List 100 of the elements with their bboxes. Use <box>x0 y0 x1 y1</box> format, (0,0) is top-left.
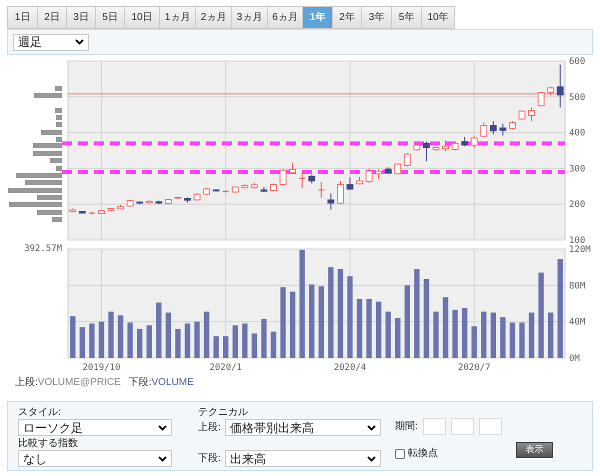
candlestick <box>164 198 172 205</box>
volume-bar <box>252 333 258 358</box>
period-tab[interactable]: 3日 <box>66 6 96 29</box>
index-label: 比較する指数 <box>18 438 79 450</box>
candlestick <box>327 192 334 210</box>
axis-tick-label: 40M <box>569 318 586 328</box>
candlestick <box>136 200 144 205</box>
candlestick <box>194 192 200 202</box>
candlestick <box>423 141 430 162</box>
interval-select[interactable]: 週足 <box>13 34 89 50</box>
candlestick <box>538 91 544 107</box>
candlestick <box>298 171 306 189</box>
period-input[interactable] <box>422 418 446 435</box>
volume-bar <box>356 298 362 358</box>
volume-bar <box>194 322 200 358</box>
candlestick <box>556 64 564 108</box>
candlestick <box>480 122 488 138</box>
volume-bar <box>213 336 219 358</box>
candlestick <box>308 174 316 184</box>
period-tab[interactable]: 5日 <box>95 6 125 29</box>
legend-label: 下段: <box>128 378 152 388</box>
legend-label: 上段: <box>15 378 38 388</box>
candlestick <box>184 196 191 204</box>
turning-point-label: 転換点 <box>408 446 438 461</box>
axis-tick-label: 500 <box>569 92 586 103</box>
volume-bar <box>175 328 181 358</box>
volume-bar <box>452 310 458 358</box>
volume-bar <box>108 312 114 358</box>
candlestick <box>452 142 458 151</box>
period-tab[interactable]: 1ヵ月 <box>159 6 196 29</box>
period-input[interactable] <box>478 418 502 435</box>
period-label: 期間: <box>395 420 418 434</box>
candlestick <box>518 110 526 120</box>
volume-bar <box>136 328 142 358</box>
legend-value: VOLUME@PRICE <box>38 378 121 388</box>
candlestick <box>346 176 354 190</box>
candlestick <box>499 123 506 136</box>
style-select[interactable]: ローソク足 <box>18 419 172 436</box>
period-tab[interactable]: 2ヵ月 <box>195 6 232 29</box>
axis-tick-label: 2020/7 <box>458 363 490 373</box>
candlestick <box>88 211 96 215</box>
candlestick <box>375 168 382 180</box>
axis-tick-label: 120M <box>569 245 591 255</box>
volume-bar <box>481 312 486 358</box>
turning-point-checkbox[interactable] <box>395 448 405 458</box>
candlestick <box>356 176 363 185</box>
period-input[interactable] <box>450 418 474 435</box>
volume-bar <box>118 315 124 358</box>
volume-bar <box>490 312 496 358</box>
upper-select[interactable]: 価格帯別出来高 <box>225 419 381 436</box>
candlestick <box>212 188 220 192</box>
volume-bar <box>242 323 248 358</box>
candlestick <box>490 120 497 135</box>
candlestick <box>509 120 516 130</box>
volume-bar <box>528 312 534 358</box>
candlestick <box>280 168 286 186</box>
lower-select[interactable]: 出来高 <box>225 450 381 467</box>
technical-label: テクニカル <box>198 407 249 419</box>
legend-value: VOLUME <box>152 378 194 388</box>
show-button[interactable]: 表示 <box>516 442 553 458</box>
max-volume-label: 392.57M <box>24 245 62 256</box>
candlestick <box>528 107 535 122</box>
style-label: スタイル: <box>18 407 62 419</box>
axis-tick-label: 2019/10 <box>82 363 120 373</box>
period-tab[interactable]: 5年 <box>391 6 422 29</box>
axis-tick-label: 100 <box>569 236 586 246</box>
volume-bar <box>156 302 162 358</box>
volume-bar <box>290 292 296 358</box>
volume-bar <box>500 317 506 358</box>
axis-tick-label: 2020/4 <box>334 363 366 373</box>
period-tab[interactable]: 3ヵ月 <box>231 6 268 29</box>
index-select[interactable]: なし <box>18 450 172 467</box>
volume-bar <box>261 318 267 358</box>
period-tab[interactable]: 3年 <box>361 6 392 29</box>
period-tab[interactable]: 2日 <box>37 6 67 29</box>
period-tab[interactable]: 6ヵ月 <box>267 6 303 29</box>
candlestick <box>98 210 105 214</box>
period-tab[interactable]: 10日 <box>124 6 160 29</box>
candlestick <box>117 204 124 210</box>
period-tab[interactable]: 1日 <box>7 6 38 29</box>
candlestick <box>413 144 420 151</box>
candlestick <box>222 190 230 193</box>
candlestick <box>203 187 210 196</box>
volume-bar <box>395 318 400 358</box>
period-tab[interactable]: 2年 <box>332 6 362 29</box>
candlestick <box>232 186 239 194</box>
candlestick <box>250 182 258 189</box>
candlestick <box>404 152 411 168</box>
volume-bar <box>146 325 152 358</box>
volume-bar <box>510 322 516 358</box>
volume-bar <box>270 332 276 358</box>
candlestick <box>155 200 162 205</box>
volume-bar <box>376 302 382 358</box>
volume-bar <box>98 322 104 358</box>
volume-bar <box>280 287 286 358</box>
period-tab[interactable]: 10年 <box>421 6 455 29</box>
candlestick <box>174 196 182 200</box>
candlestick <box>470 136 478 148</box>
candlestick <box>270 182 277 192</box>
candlestick <box>108 207 114 212</box>
